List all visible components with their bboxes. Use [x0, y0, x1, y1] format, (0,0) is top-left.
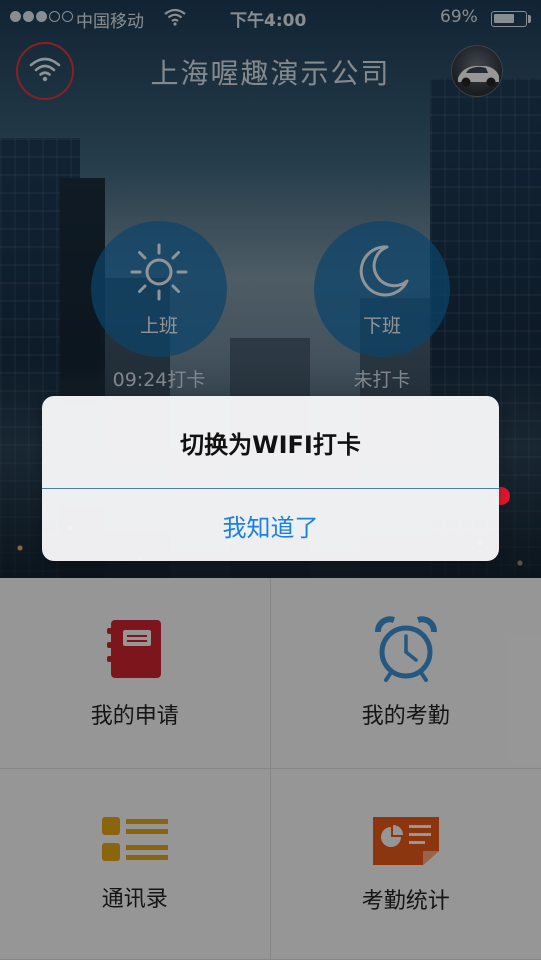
alert-message: 切换为WIFI打卡: [180, 430, 361, 459]
alert-ok-button[interactable]: 我知道了: [42, 489, 499, 561]
alert-dialog: 切换为WIFI打卡 我知道了: [42, 396, 499, 561]
